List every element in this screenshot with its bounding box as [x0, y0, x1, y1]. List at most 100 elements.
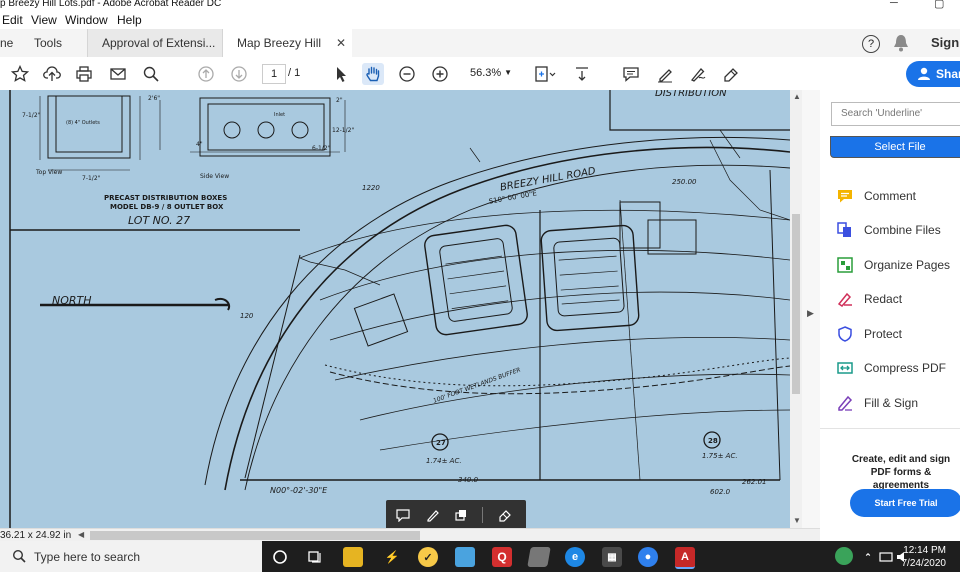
tool-comment[interactable]: Comment: [836, 186, 916, 206]
tool-label: Redact: [864, 292, 903, 306]
menu-bar: Edit View Window Help: [0, 12, 960, 29]
page-total: / 1: [288, 67, 301, 79]
taskbar-search-box[interactable]: Type here to search: [0, 541, 262, 572]
tool-label: Comment: [864, 189, 917, 203]
horizontal-scrollbar[interactable]: 36.21 x 24.92 in ◀: [0, 528, 820, 542]
zoom-level-select[interactable]: 56.3% ▼: [462, 64, 518, 82]
menu-edit[interactable]: Edit: [2, 13, 23, 27]
hscroll-thumb[interactable]: [90, 531, 420, 540]
label-distance-340: 340.0: [458, 476, 479, 484]
label-lot-number: LOT NO. 27: [128, 214, 190, 227]
help-icon[interactable]: ?: [862, 35, 880, 53]
norton-icon[interactable]: ✓: [418, 547, 438, 567]
label-precast-1: PRECAST DISTRIBUTION BOXES: [104, 194, 227, 202]
tool-label: Combine Files: [864, 223, 941, 237]
vertical-scrollbar[interactable]: ▲ ▼: [790, 90, 802, 528]
windows-taskbar: Type here to search ⚡ ✓ Q e ▦ ● A ⌃ 12:1…: [0, 541, 960, 572]
tray-chevron-icon[interactable]: ⌃: [858, 547, 878, 567]
close-icon[interactable]: ✕: [336, 29, 346, 57]
tab-tools[interactable]: Tools: [34, 29, 84, 57]
tool-organize-pages[interactable]: Organize Pages: [836, 255, 950, 275]
share-label: Shar: [936, 67, 960, 81]
sticky-note-icon[interactable]: [394, 506, 412, 524]
label-inlet: Inlet: [274, 112, 285, 118]
comment-icon[interactable]: [620, 63, 642, 85]
draw-icon[interactable]: [687, 63, 709, 85]
tool-label: Compress PDF: [864, 361, 947, 375]
tool-combine-files[interactable]: Combine Files: [836, 220, 941, 240]
file-explorer-icon[interactable]: [343, 547, 363, 567]
divider: [482, 507, 483, 523]
label-outlets: (8) 4" Outlets: [66, 120, 100, 126]
lightning-app-icon[interactable]: ⚡: [382, 547, 402, 567]
next-page-icon[interactable]: [228, 63, 250, 85]
people-icon[interactable]: ●: [638, 547, 658, 567]
minimize-icon[interactable]: ─: [890, 0, 898, 9]
print-icon[interactable]: [73, 63, 95, 85]
tool-protect[interactable]: Protect: [836, 324, 902, 344]
panel-toggle-strip: ▶: [802, 90, 821, 528]
acrobat-icon[interactable]: A: [675, 547, 695, 569]
menu-window[interactable]: Window: [65, 13, 108, 27]
fit-page-icon[interactable]: [531, 63, 559, 85]
quicken-icon[interactable]: Q: [492, 547, 512, 567]
prev-page-icon[interactable]: [195, 63, 217, 85]
sign-in-link[interactable]: Sign: [931, 35, 959, 50]
start-free-trial-button[interactable]: Start Free Trial: [850, 489, 960, 517]
star-icon[interactable]: [9, 63, 31, 85]
label-distance-250: 250.00: [672, 178, 697, 186]
tab-map-doc[interactable]: Map Breezy Hill Lots... ✕: [222, 29, 352, 78]
zoom-value: 56.3%: [470, 67, 502, 79]
highlight-pen-icon[interactable]: [654, 63, 676, 85]
scroll-down-icon[interactable]: ▼: [793, 516, 801, 525]
stamp-icon[interactable]: [496, 506, 514, 524]
tool-redact[interactable]: Redact: [836, 289, 902, 309]
page-number-input[interactable]: 1: [262, 64, 286, 84]
eraser-icon[interactable]: [452, 506, 470, 524]
pen-icon[interactable]: [424, 506, 442, 524]
bell-icon[interactable]: [893, 34, 909, 52]
label-bearing: S10° 00' 00"E: [488, 189, 537, 205]
label-distance-262: 262.01: [742, 478, 767, 486]
dim-label: 6-1/2": [312, 145, 331, 152]
tray-app-icon[interactable]: [835, 547, 853, 565]
menu-help[interactable]: Help: [117, 13, 142, 27]
dim-label: 4": [196, 141, 203, 148]
label-area-28: 1.75± AC.: [702, 452, 738, 460]
hand-tool-icon[interactable]: [362, 63, 384, 85]
notepad-icon[interactable]: [527, 547, 551, 567]
search-icon: [12, 549, 26, 566]
menu-view[interactable]: View: [31, 13, 57, 27]
fill-sign-icon[interactable]: [720, 63, 742, 85]
scroll-mode-icon[interactable]: [572, 63, 598, 85]
tool-fill-sign[interactable]: Fill & Sign: [836, 393, 918, 413]
tools-search-input[interactable]: Search 'Underline': [831, 102, 960, 126]
select-cursor-icon[interactable]: [330, 63, 352, 85]
calculator-icon[interactable]: ▦: [602, 547, 622, 567]
network-app-icon[interactable]: [455, 547, 475, 567]
scroll-left-icon[interactable]: ◀: [78, 530, 84, 539]
select-file-button[interactable]: Select File: [830, 136, 960, 158]
label-distance-1220: 1220: [362, 184, 380, 192]
mail-icon[interactable]: [107, 63, 129, 85]
scroll-thumb[interactable]: [792, 214, 800, 394]
zoom-in-icon[interactable]: [429, 63, 451, 85]
task-view-icon[interactable]: [305, 547, 325, 567]
zoom-search-icon[interactable]: [140, 63, 162, 85]
chevron-right-icon[interactable]: ▶: [807, 308, 814, 319]
zoom-out-icon[interactable]: [396, 63, 418, 85]
cortana-icon[interactable]: [270, 547, 290, 567]
site-plan-drawing: DISTRIBUTION (8) 4" Outlets Top View Sid…: [9, 90, 790, 528]
tool-compress-pdf[interactable]: Compress PDF: [836, 358, 946, 378]
maximize-icon[interactable]: ▢: [934, 0, 944, 10]
comment-tool-icon: [836, 187, 854, 205]
tab-approval-doc[interactable]: Approval of Extensi...: [87, 29, 222, 57]
share-button[interactable]: Shar: [906, 61, 960, 87]
clock[interactable]: 12:14 PM 7/24/2020: [900, 544, 947, 570]
document-view[interactable]: DISTRIBUTION (8) 4" Outlets Top View Sid…: [0, 90, 790, 528]
scroll-up-icon[interactable]: ▲: [793, 92, 801, 101]
label-road: BREEZY HILL ROAD: [499, 166, 596, 194]
tab-home[interactable]: ne: [0, 29, 24, 57]
edge-icon[interactable]: e: [565, 547, 585, 567]
upload-icon[interactable]: [41, 63, 63, 85]
